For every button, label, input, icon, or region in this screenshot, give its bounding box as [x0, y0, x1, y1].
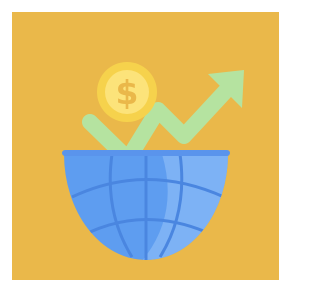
global-investment-growth-icon: $ — [12, 12, 279, 280]
icon-tile: $ — [12, 12, 279, 280]
globe-rim — [62, 150, 230, 156]
dollar-coin-icon: $ — [97, 62, 157, 122]
coin-symbol: $ — [116, 73, 139, 112]
page-frame: $ — [0, 0, 289, 292]
